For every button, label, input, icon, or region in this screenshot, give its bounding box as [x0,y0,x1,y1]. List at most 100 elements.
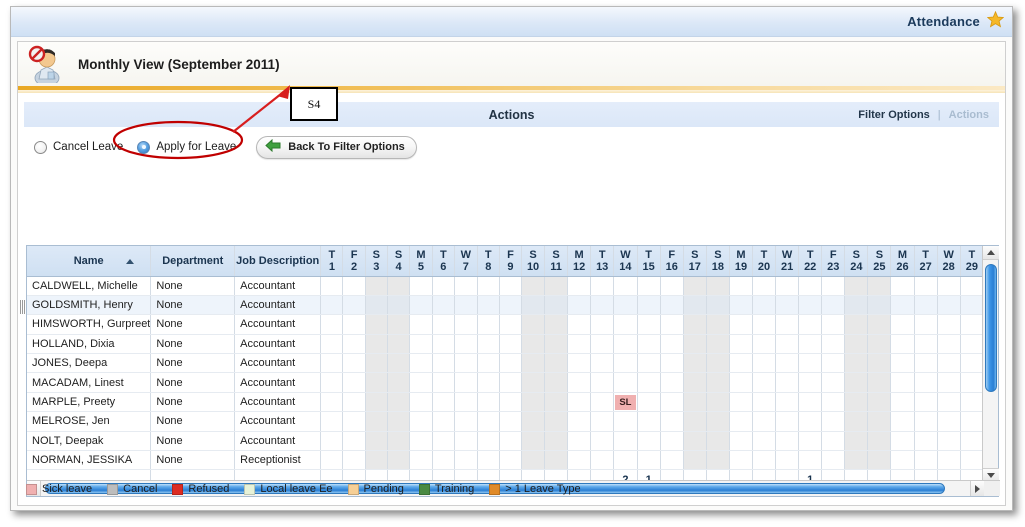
day-cell-18[interactable] [706,392,730,413]
day-cell-28[interactable] [937,431,961,452]
day-cell-5[interactable] [409,431,433,452]
day-cell-28[interactable] [937,353,961,374]
day-cell-23[interactable] [821,450,846,471]
day-cell-25[interactable] [867,411,892,432]
table-row[interactable]: MACADAM, Linest None Accountant [27,372,984,393]
day-cell-12[interactable] [567,431,592,452]
day-cell-9[interactable] [499,314,523,335]
day-cell-9[interactable] [499,372,523,393]
day-cell-18[interactable] [706,314,730,335]
column-header-name[interactable]: Name [27,246,152,277]
day-cell-21[interactable] [775,431,800,452]
day-cell-18[interactable] [706,450,730,471]
column-header-day-12[interactable]: M 12 [567,246,592,277]
day-cell-28[interactable] [937,314,961,335]
day-cell-14[interactable] [613,314,638,335]
day-cell-16[interactable] [660,276,684,296]
day-cell-28[interactable] [937,450,961,471]
day-cell-3[interactable] [365,411,388,432]
column-header-day-3[interactable]: S3 [365,246,388,277]
vertical-scroll-thumb[interactable] [985,264,997,392]
day-cell-27[interactable] [914,411,938,432]
day-cell-26[interactable] [890,372,915,393]
column-header-day-1[interactable]: T1 [320,246,344,277]
day-cell-1[interactable] [320,334,344,355]
day-cell-14[interactable]: SL [613,392,638,413]
day-cell-4[interactable] [387,450,411,471]
table-row[interactable]: JONES, Deepa None Accountant [27,353,984,374]
day-cell-24[interactable] [844,431,869,452]
day-cell-18[interactable] [706,353,730,374]
day-cell-19[interactable] [729,334,754,355]
day-cell-17[interactable] [683,276,707,296]
day-cell-5[interactable] [409,314,433,335]
day-cell-4[interactable] [387,392,411,413]
day-cell-12[interactable] [567,450,592,471]
day-cell-14[interactable] [613,431,638,452]
day-cell-20[interactable] [752,295,777,316]
day-cell-3[interactable] [365,450,388,471]
day-cell-11[interactable] [544,372,569,393]
day-cell-10[interactable] [521,353,546,374]
day-cell-14[interactable] [613,411,638,432]
back-to-filter-options-button[interactable]: Back To Filter Options [256,135,417,159]
day-cell-16[interactable] [660,372,684,393]
apply-for-leave-radio[interactable] [137,140,151,154]
day-cell-9[interactable] [499,392,523,413]
day-cell-25[interactable] [867,353,892,374]
day-cell-13[interactable] [590,276,615,296]
day-cell-28[interactable] [937,334,961,355]
scroll-right-arrow-icon[interactable] [970,481,984,496]
day-cell-7[interactable] [454,431,478,452]
day-cell-19[interactable] [729,353,754,374]
column-header-day-17[interactable]: S 17 [683,246,707,277]
day-cell-13[interactable] [590,450,615,471]
day-cell-28[interactable] [937,392,961,413]
day-cell-27[interactable] [914,372,938,393]
day-cell-13[interactable] [590,334,615,355]
day-cell-29[interactable] [960,392,984,413]
day-cell-25[interactable] [867,450,892,471]
column-header-day-8[interactable]: T8 [477,246,500,277]
day-cell-22[interactable] [798,450,823,471]
day-cell-25[interactable] [867,392,892,413]
day-cell-12[interactable] [567,372,592,393]
day-cell-15[interactable] [637,450,661,471]
day-cell-6[interactable] [432,372,455,393]
day-cell-7[interactable] [454,353,478,374]
day-cell-1[interactable] [320,314,344,335]
day-cell-7[interactable] [454,334,478,355]
day-cell-5[interactable] [409,276,433,296]
day-cell-11[interactable] [544,334,569,355]
day-cell-9[interactable] [499,411,523,432]
day-cell-29[interactable] [960,276,984,296]
day-cell-27[interactable] [914,450,938,471]
day-cell-2[interactable] [342,276,366,296]
day-cell-5[interactable] [409,295,433,316]
day-cell-19[interactable] [729,276,754,296]
column-header-day-29[interactable]: T 29 [960,246,984,277]
day-cell-26[interactable] [890,431,915,452]
day-cell-21[interactable] [775,353,800,374]
day-cell-4[interactable] [387,411,411,432]
day-cell-7[interactable] [454,450,478,471]
column-header-day-10[interactable]: S 10 [521,246,546,277]
column-header-day-28[interactable]: W 28 [937,246,961,277]
day-cell-12[interactable] [567,411,592,432]
day-cell-6[interactable] [432,314,455,335]
day-cell-20[interactable] [752,372,777,393]
day-cell-2[interactable] [342,314,366,335]
day-cell-20[interactable] [752,450,777,471]
grid-resize-grip[interactable] [20,300,26,314]
day-cell-28[interactable] [937,372,961,393]
day-cell-8[interactable] [477,314,500,335]
column-header-job-description[interactable]: Job Description [234,246,322,277]
day-cell-7[interactable] [454,411,478,432]
day-cell-14[interactable] [613,372,638,393]
column-header-day-14[interactable]: W 14 [613,246,638,277]
day-cell-5[interactable] [409,353,433,374]
day-cell-14[interactable] [613,295,638,316]
column-header-day-27[interactable]: T 27 [914,246,938,277]
day-cell-7[interactable] [454,372,478,393]
day-cell-29[interactable] [960,295,984,316]
